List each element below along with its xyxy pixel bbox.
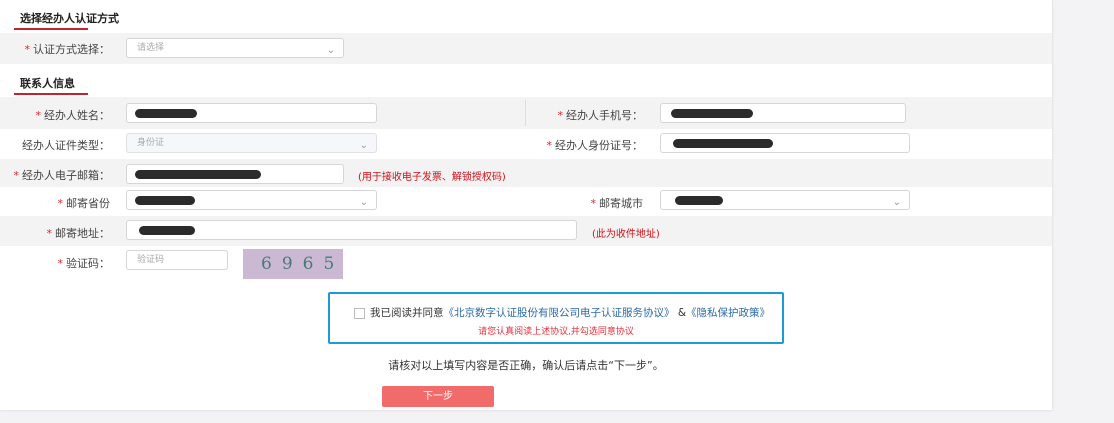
province-label: * 邮寄省份 [57,197,111,210]
chevron-down-icon: ⌄ [326,45,335,56]
redacted-value [135,109,197,118]
city-label: * 邮寄城市 [590,197,644,210]
service-agreement-link[interactable]: 《北京数字认证股份有限公司电子认证服务协议》 [444,307,675,319]
section-underline [14,28,88,30]
email-input[interactable] [126,164,344,184]
name-input[interactable] [126,103,377,123]
chevron-down-icon: ⌄ [892,197,901,208]
privacy-policy-link[interactable]: 《隐私保护政策》 [686,307,770,319]
column-divider [525,100,526,126]
chevron-down-icon: ⌄ [359,140,368,151]
address-input[interactable] [126,220,577,240]
chevron-down-icon: ⌄ [359,197,368,208]
phone-label: * 经办人手机号： [557,109,644,122]
redacted-value [675,196,723,205]
form-card: 选择经办人认证方式 * 认证方式选择： 请选择 ⌄ 联系人信息 * 经办人姓名： *… [0,0,1052,410]
idno-label: * 经办人身份证号： [546,139,644,152]
agreement-warning: 请您认真阅读上述协议,并勾选同意协议 [478,327,634,337]
agreement-prefix: 我已阅读并同意 [370,307,444,319]
auth-method-label: * 认证方式选择： [24,43,111,56]
captcha-label: * 验证码： [57,257,111,270]
email-hint: (用于接收电子发票、解锁授权码) [358,172,506,183]
captcha-input[interactable]: 验证码 [126,250,228,270]
idtype-select: 身份证 ⌄ [126,133,377,153]
agreement-checkbox[interactable] [354,308,365,319]
agreement-box: 我已阅读并同意《北京数字认证股份有限公司电子认证服务协议》 &《隐私保护政策》 … [328,292,784,344]
idno-input[interactable] [660,133,910,153]
agreement-ampersand: & [677,307,687,319]
phone-input[interactable] [660,103,906,123]
name-label: * 经办人姓名： [35,109,111,122]
email-label: * 经办人电子邮箱： [13,169,111,182]
address-hint: (此为收件地址) [592,229,660,240]
address-label: * 邮寄地址： [46,227,111,240]
redacted-value [139,226,195,235]
redacted-value [671,109,753,118]
section-title-contact: 联系人信息 [20,77,75,90]
redacted-value [135,170,261,179]
agreement-text: 我已阅读并同意《北京数字认证股份有限公司电子认证服务协议》 &《隐私保护政策》 [370,305,770,320]
redacted-value [673,139,773,148]
province-select[interactable]: ⌄ [126,190,377,210]
city-select[interactable]: ⌄ [660,190,910,210]
confirm-instruction: 请核对以上填写内容是否正确，确认后请点击“下一步”。 [388,359,664,372]
auth-method-select[interactable]: 请选择 ⌄ [126,38,344,58]
section-underline [14,93,88,95]
section-title-auth: 选择经办人认证方式 [20,12,119,25]
redacted-value [135,196,195,205]
idtype-label: 经办人证件类型： [22,139,110,152]
next-button[interactable]: 下一步 [382,386,494,407]
captcha-image[interactable]: 6965 [243,249,343,279]
